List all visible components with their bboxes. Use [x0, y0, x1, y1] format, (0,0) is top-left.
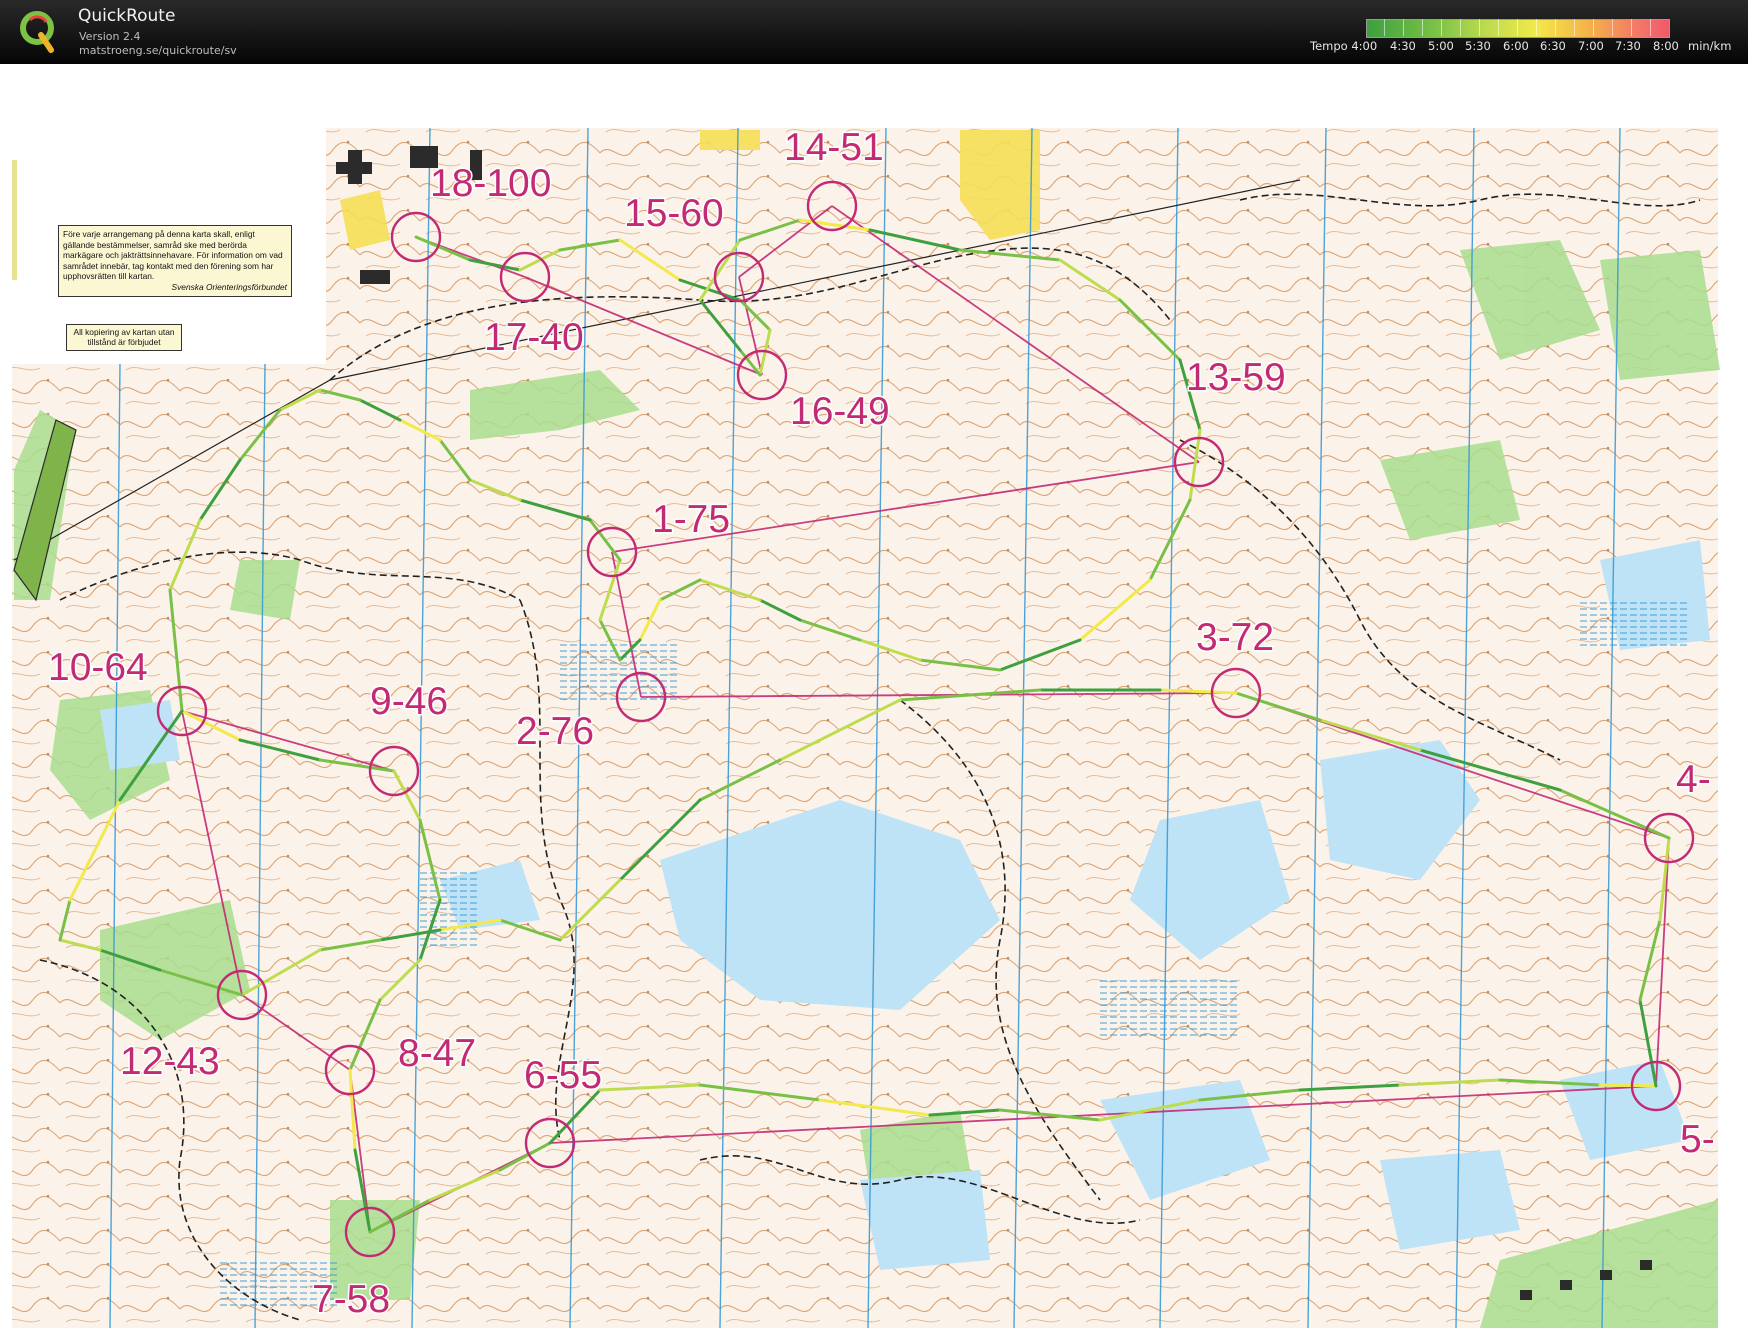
control-label: 9-46	[370, 680, 448, 723]
tempo-value: 6:30	[1540, 39, 1566, 53]
control-label: 13-59	[1186, 356, 1286, 399]
app-version: Version 2.4	[79, 30, 141, 43]
map-copyright-note: All kopiering av kartan utan tillstånd ä…	[66, 324, 182, 351]
tempo-unit: min/km	[1688, 39, 1732, 53]
tempo-tick	[1517, 19, 1518, 36]
legal-note-organisation: Svenska Orienteringsförbundet	[171, 281, 287, 292]
control-label: 15-60	[624, 192, 724, 235]
tempo-value: 8:00	[1653, 39, 1679, 53]
app-header: QuickRoute Version 2.4 matstroeng.se/qui…	[0, 0, 1748, 64]
tempo-scale-ticks	[1366, 19, 1668, 36]
tempo-tick	[1593, 19, 1594, 36]
map-canvas[interactable]: 1-75 2-76 3-72 4- 5- 6-55 7-58 8-47 9-46 10-64 12-…	[0, 64, 1748, 1342]
tempo-tick	[1650, 19, 1651, 36]
tempo-value: 5:00	[1428, 39, 1454, 53]
tempo-value: 6:00	[1503, 39, 1529, 53]
tempo-tick	[1384, 19, 1385, 36]
route-segment	[1598, 1083, 1658, 1088]
control-label: 10-64	[48, 646, 148, 689]
control-label: 18-100	[430, 162, 551, 205]
tempo-tick	[1403, 19, 1404, 36]
control-label: 3-72	[1196, 616, 1274, 659]
tempo-label: Tempo 4:00	[1310, 39, 1378, 53]
control-label: 1-75	[652, 498, 730, 541]
control-label: 5-	[1680, 1118, 1715, 1161]
control-label: 2-76	[516, 710, 594, 753]
tempo-value: 5:30	[1465, 39, 1491, 53]
legal-note-text: Före varje arrangemang på denna karta sk…	[63, 229, 283, 282]
control-label: 8-47	[398, 1032, 476, 1075]
tempo-value: 7:00	[1578, 39, 1604, 53]
tempo-value: 7:30	[1615, 39, 1641, 53]
tempo-tick	[1441, 19, 1442, 36]
quickroute-logo-icon	[20, 11, 54, 53]
map-margin-strip	[12, 160, 17, 280]
control-label: 7-58	[312, 1278, 390, 1321]
tempo-tick	[1631, 19, 1632, 36]
app-title: QuickRoute	[78, 6, 176, 26]
tempo-tick	[1479, 19, 1480, 36]
tempo-tick	[1612, 19, 1613, 36]
tempo-tick	[1555, 19, 1556, 36]
map-legal-note: Före varje arrangemang på denna karta sk…	[58, 225, 292, 297]
tempo-tick	[1498, 19, 1499, 36]
tempo-tick	[1536, 19, 1537, 36]
tempo-tick	[1422, 19, 1423, 36]
control-label: 14-51	[784, 126, 884, 169]
tempo-tick	[1460, 19, 1461, 36]
tempo-value: 4:30	[1390, 39, 1416, 53]
control-label: 12-43	[120, 1040, 220, 1083]
control-label: 17-40	[484, 316, 584, 359]
control-label: 16-49	[790, 390, 890, 433]
control-label: 4-	[1676, 758, 1711, 801]
control-label: 6-55	[524, 1054, 602, 1097]
app-url: matstroeng.se/quickroute/sv	[79, 44, 237, 57]
tempo-tick	[1574, 19, 1575, 36]
